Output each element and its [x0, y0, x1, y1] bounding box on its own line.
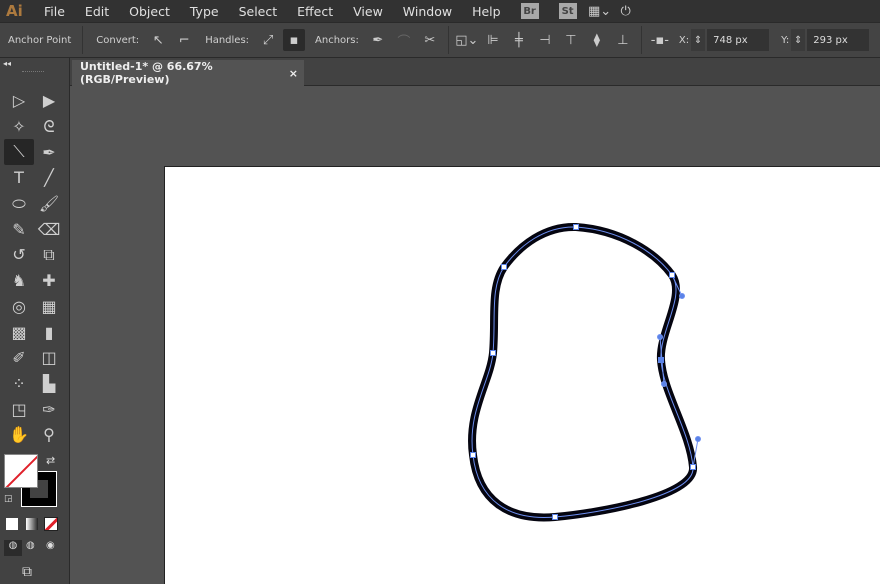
align-horizontal-center-icon[interactable]: ╪: [508, 29, 530, 51]
gradient-mode-button[interactable]: [26, 518, 38, 530]
menu-bar: Ai File Edit Object Type Select Effect V…: [0, 0, 880, 22]
align-vertical-center-icon[interactable]: ⧫: [586, 29, 608, 51]
menu-view[interactable]: View: [343, 4, 393, 19]
convert-to-smooth-icon[interactable]: ⌐: [173, 29, 195, 51]
divider: [82, 26, 84, 54]
menu-effect[interactable]: Effect: [287, 4, 343, 19]
paintbrush-tool[interactable]: 🖌: [34, 191, 64, 217]
ellipse-tool[interactable]: ⬭: [4, 191, 34, 217]
x-input[interactable]: 748 px: [707, 29, 770, 51]
column-graph-tool[interactable]: ▙: [34, 371, 64, 397]
artboard-tool[interactable]: ◳: [4, 396, 34, 422]
swap-fill-stroke-icon[interactable]: ⇄: [46, 454, 55, 467]
menu-window[interactable]: Window: [393, 4, 462, 19]
eyedropper-tool[interactable]: ✐: [4, 345, 34, 371]
menu-select[interactable]: Select: [229, 4, 288, 19]
connect-endpoints-icon[interactable]: ⌒: [393, 29, 415, 51]
blob-brush-tool[interactable]: ✎: [4, 216, 34, 242]
gradient-tool[interactable]: ▮: [34, 319, 64, 345]
hide-handles-icon[interactable]: ▪: [283, 29, 306, 51]
type-tool[interactable]: T: [4, 165, 34, 191]
zoom-tool[interactable]: ⚲: [34, 422, 64, 448]
rotate-tool[interactable]: ↺: [4, 242, 34, 268]
bridge-button[interactable]: Br: [520, 3, 539, 19]
menu-file[interactable]: File: [34, 4, 75, 19]
panel-grip[interactable]: [22, 71, 44, 75]
hand-tool[interactable]: ✋: [4, 422, 34, 448]
pen-tool[interactable]: ✒: [34, 139, 64, 165]
puppet-warp-tool[interactable]: ♞: [4, 268, 34, 294]
symbol-sprayer-tool[interactable]: ⁘: [4, 371, 34, 397]
line-tool[interactable]: ╱: [34, 165, 64, 191]
align-top-icon[interactable]: ⊤: [560, 29, 582, 51]
handles-label: Handles:: [205, 34, 250, 46]
document-tab-title: Untitled-1* @ 66.67% (RGB/Preview): [80, 60, 213, 86]
mesh-tool[interactable]: ▩: [4, 319, 34, 345]
control-bar: Anchor Point Convert: ↖ ⌐ Handles: ⤢ ▪ A…: [0, 22, 880, 58]
convert-to-corner-icon[interactable]: ↖: [147, 29, 169, 51]
menu-edit[interactable]: Edit: [75, 4, 119, 19]
tool-name-label: Anchor Point: [8, 34, 72, 46]
y-stepper[interactable]: ⇕: [791, 29, 806, 51]
anchors-label: Anchors:: [315, 34, 359, 46]
menu-object[interactable]: Object: [119, 4, 180, 19]
divider: [447, 26, 449, 54]
direct-selection-tool[interactable]: ▶: [34, 88, 64, 114]
blend-tool[interactable]: ◫: [34, 345, 64, 371]
gpu-performance-icon[interactable]: ⏻: [615, 0, 637, 22]
none-mode-button[interactable]: [44, 517, 58, 531]
divider: [640, 26, 642, 54]
draw-behind-icon[interactable]: ◍: [26, 540, 35, 551]
align-left-icon[interactable]: ⊫: [482, 29, 504, 51]
pin-tool[interactable]: ✚: [34, 268, 64, 294]
cut-path-icon[interactable]: ✂: [419, 29, 441, 51]
app-logo: Ai: [6, 2, 23, 20]
y-label: Y:: [781, 34, 790, 46]
show-handles-icon[interactable]: ⤢: [257, 29, 279, 51]
workspace-layout-icon[interactable]: ▦⌄: [588, 0, 611, 22]
draw-inside-icon[interactable]: ◉: [46, 540, 55, 551]
draw-normal-icon[interactable]: ◍: [4, 540, 22, 556]
scale-tool[interactable]: ⧉: [34, 242, 64, 268]
color-mode-button[interactable]: [6, 518, 18, 530]
align-right-icon[interactable]: ⊣: [534, 29, 556, 51]
y-input[interactable]: 293 px: [807, 29, 870, 51]
document-tab[interactable]: Untitled-1* @ 66.67% (RGB/Preview) ×: [72, 60, 304, 86]
menu-help[interactable]: Help: [462, 4, 511, 19]
selection-tool[interactable]: ▷: [4, 88, 34, 114]
remove-anchor-icon[interactable]: ✒: [367, 29, 389, 51]
align-to-icon[interactable]: ◱⌄: [455, 29, 478, 51]
x-stepper[interactable]: ⇕: [691, 29, 706, 51]
lasso-tool[interactable]: ᘓ: [34, 114, 64, 140]
slice-tool[interactable]: ✑: [34, 396, 64, 422]
default-fill-stroke-icon[interactable]: ◲: [4, 494, 13, 504]
tools-panel: ◂◂ ▷ ▶ ✧ ᘓ ⟍ ✒ T ╱ ⬭ 🖌 ✎ ⌫ ↺ ⧉ ♞ ✚ ◎ ▦ ▩ ▮ ✐ ◫ ⁘ ▙ ◳ ✑ ✋ ⚲ ⇄ ◲ ◍ ◍ …: [0, 58, 70, 584]
align-bottom-icon[interactable]: ⊥: [612, 29, 634, 51]
screen-mode-icon[interactable]: ⧉: [22, 564, 32, 580]
stock-button[interactable]: St: [558, 3, 577, 19]
convert-label: Convert:: [96, 34, 140, 46]
collapse-panel-icon[interactable]: ◂◂: [3, 59, 11, 68]
artboard[interactable]: [164, 166, 880, 584]
tool-grid: ▷ ▶ ✧ ᘓ ⟍ ✒ T ╱ ⬭ 🖌 ✎ ⌫ ↺ ⧉ ♞ ✚ ◎ ▦ ▩ ▮ ✐ ◫ ⁘ ▙ ◳ ✑ ✋ ⚲: [4, 88, 64, 448]
menu-type[interactable]: Type: [180, 4, 229, 19]
anchor-point-tool[interactable]: ⟍: [4, 139, 34, 166]
close-tab-icon[interactable]: ×: [289, 67, 298, 80]
perspective-grid-tool[interactable]: ▦: [34, 294, 64, 320]
fill-swatch[interactable]: [4, 454, 38, 488]
x-label: X:: [678, 34, 690, 46]
reference-point-icon[interactable]: -▪-: [649, 29, 671, 51]
eraser-tool[interactable]: ⌫: [34, 216, 64, 242]
magic-wand-tool[interactable]: ✧: [4, 114, 34, 140]
shape-builder-tool[interactable]: ◎: [4, 294, 34, 320]
document-tabs: Untitled-1* @ 66.67% (RGB/Preview) ×: [70, 58, 880, 86]
